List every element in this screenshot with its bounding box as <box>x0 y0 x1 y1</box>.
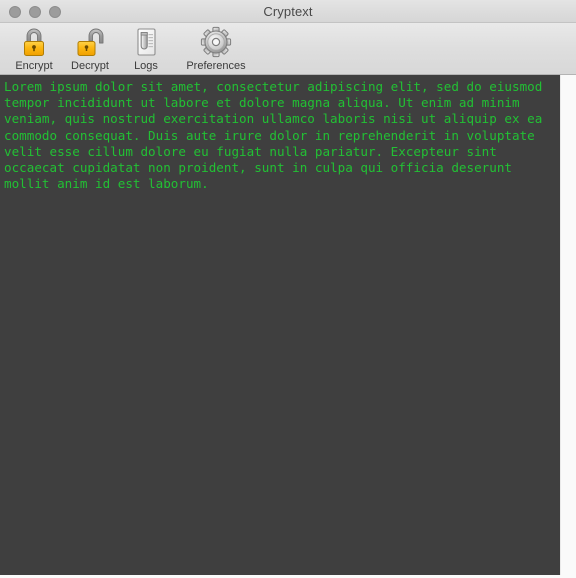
toolbar-label-decrypt: Decrypt <box>71 60 109 72</box>
toolbar-label-logs: Logs <box>134 60 158 72</box>
toolbar-label-preferences: Preferences <box>186 60 246 72</box>
editor-text[interactable]: Lorem ipsum dolor sit amet, consectetur … <box>4 79 560 192</box>
toolbar-label-encrypt: Encrypt <box>15 60 53 72</box>
title-bar: Cryptext <box>0 0 576 23</box>
toolbar-button-logs[interactable]: Logs <box>118 23 174 73</box>
lock-closed-icon <box>14 24 54 60</box>
document-log-icon <box>126 24 166 60</box>
gear-icon <box>196 24 236 60</box>
vertical-scrollbar[interactable] <box>560 75 576 578</box>
toolbar-button-preferences[interactable]: Preferences <box>174 23 258 73</box>
toolbar-button-decrypt[interactable]: Decrypt <box>62 23 118 73</box>
zoom-button[interactable] <box>49 6 61 18</box>
cryptext-window: Cryptext Encrypt Decrypt Logs Preference… <box>0 0 576 578</box>
text-editor[interactable]: Lorem ipsum dolor sit amet, consectetur … <box>0 75 560 578</box>
minimize-button[interactable] <box>29 6 41 18</box>
toolbar-button-encrypt[interactable]: Encrypt <box>6 23 62 73</box>
close-button[interactable] <box>9 6 21 18</box>
window-title: Cryptext <box>263 4 313 19</box>
toolbar: Encrypt Decrypt Logs Preferences <box>0 23 576 75</box>
lock-open-icon <box>70 24 110 60</box>
window-controls <box>9 6 61 18</box>
